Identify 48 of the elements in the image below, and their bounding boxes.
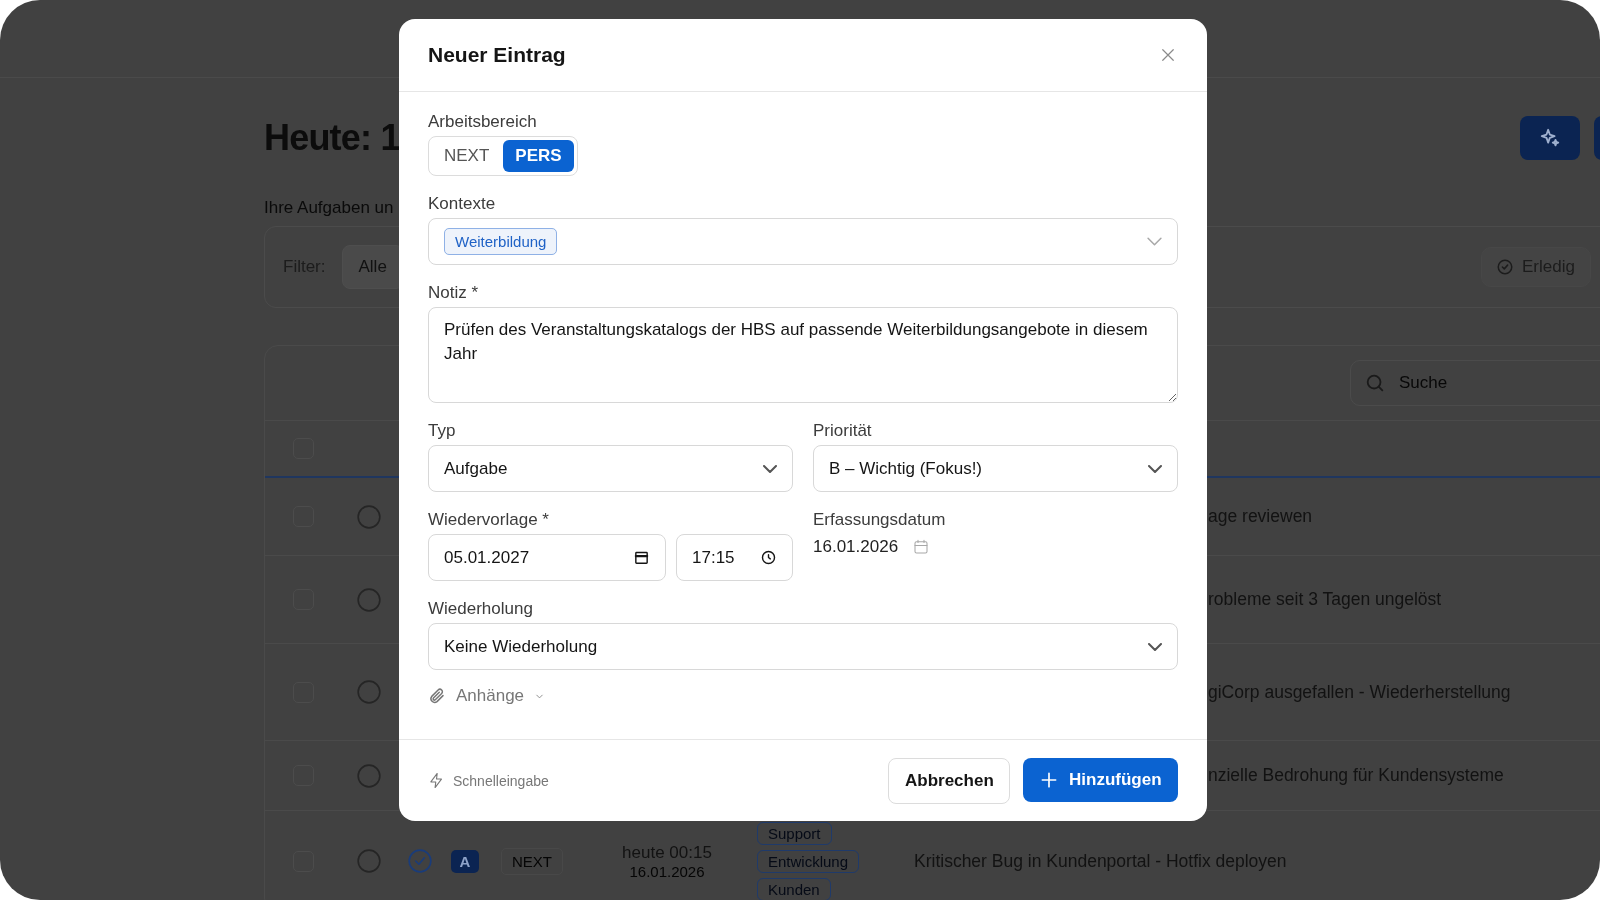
field-label: Priorität (813, 421, 873, 441)
chevron-down-icon (1147, 237, 1162, 246)
add-button[interactable]: Hinzufügen (1023, 757, 1178, 802)
check-circle-icon (1496, 258, 1514, 276)
field-label: Arbeitsbereich (428, 112, 538, 132)
circle-icon[interactable] (356, 586, 382, 613)
context-tag[interactable]: Weiterbildung (444, 227, 558, 255)
type-select[interactable]: Aufgabe (428, 445, 793, 492)
priority-badge: A (450, 849, 480, 873)
workspace-tag: NEXT (501, 847, 563, 875)
cancel-button[interactable]: Abbrechen (888, 757, 1010, 804)
priority-select[interactable]: B – Wichtig (Fokus!) (813, 445, 1178, 492)
paperclip-icon (428, 687, 446, 705)
dialog-title: Neuer Eintrag (428, 43, 566, 67)
lightning-icon (428, 772, 445, 789)
chevron-down-icon (1148, 464, 1162, 473)
calendar-icon[interactable] (633, 549, 650, 566)
field-label: Notiz * (428, 283, 480, 303)
field-label: Erfassungsdatum (813, 510, 947, 530)
attachments-toggle[interactable]: Anhänge (428, 686, 546, 706)
field-label: Wiederholung (428, 599, 534, 619)
context-tag: Entwicklung (757, 849, 860, 873)
chevron-down-icon (763, 464, 777, 473)
field-label: Kontexte (428, 194, 497, 214)
chevron-down-icon (1148, 642, 1162, 651)
note-field[interactable]: Prüfen des Veranstaltungskatalogs der HBS auf passende Weiterbildungsangebote in diesem Jahr (428, 307, 1178, 403)
check-circle-icon[interactable] (407, 848, 433, 874)
field-label: Typ (428, 421, 457, 441)
sparkle-button[interactable] (1520, 116, 1580, 160)
created-date: 16.01.2026 (813, 537, 899, 557)
recurrence-select[interactable]: Keine Wiederholung (428, 623, 1178, 670)
workspace-option[interactable]: NEXT (432, 140, 502, 172)
close-icon[interactable] (1159, 46, 1177, 64)
search-field[interactable]: Suche (1350, 360, 1600, 406)
contexts-select[interactable]: Weiterbildung (428, 218, 1178, 265)
circle-icon[interactable] (356, 679, 382, 705)
circle-icon[interactable] (356, 503, 382, 530)
time-field[interactable]: 17:15 (676, 534, 793, 581)
circle-icon[interactable] (356, 762, 382, 789)
due-date: 16.01.2026 (629, 862, 705, 880)
circle-icon[interactable] (356, 848, 382, 874)
sparkle-icon (1539, 127, 1561, 149)
search-icon (1364, 372, 1386, 394)
clock-icon[interactable] (760, 549, 777, 566)
workspace-option[interactable]: PERS (503, 140, 574, 172)
quick-entry-link[interactable]: Schnelleingabe (428, 772, 549, 789)
field-label: Wiedervorlage * (428, 510, 550, 530)
date-field[interactable]: 05.01.2027 (428, 534, 666, 581)
